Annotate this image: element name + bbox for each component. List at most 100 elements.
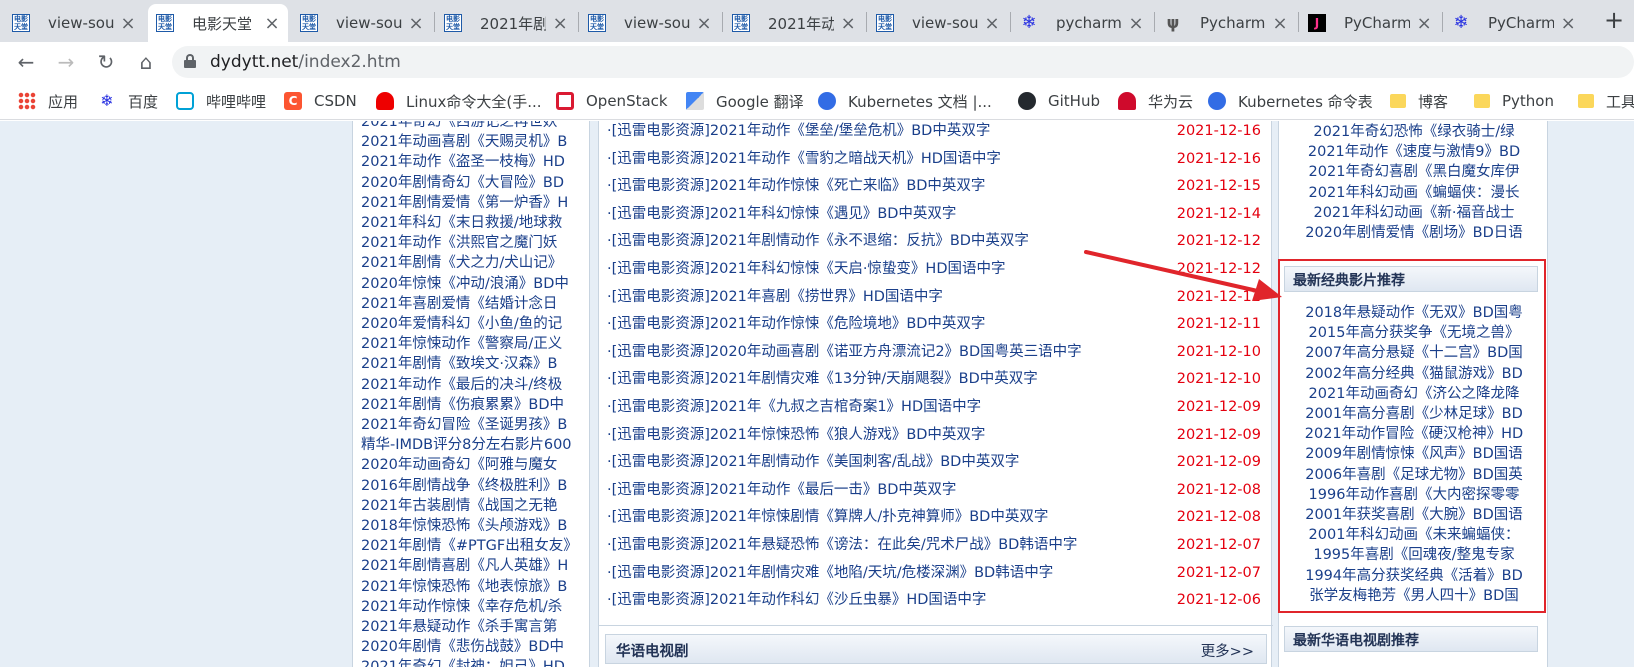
right-list-item[interactable]: 2021年科幻动画《蝙蝠侠：漫长 [1279,184,1549,202]
browser-tab[interactable]: 电影 天堂 view-sou × [580,4,720,42]
movie-link[interactable]: ·[迅雷电影资源]2021年剧情动作《美国刺客/乱战》BD中英双字 [607,452,1019,472]
left-list-item[interactable]: 2018年惊悚恐怖《头颅游戏》B [361,517,585,535]
left-list-item[interactable]: 2016年剧情战争《终极胜利》B [361,477,585,495]
browser-tab[interactable]: 电影 天堂 电影天堂 × [148,4,288,42]
movie-link[interactable]: ·[迅雷电影资源]2021年剧情动作《永不退缩：反抗》BD中英双字 [607,231,1029,251]
close-icon[interactable]: × [984,13,1000,34]
left-list-item[interactable]: 2021年科幻《末日救援/地球救 [361,214,585,232]
movie-link[interactable]: ·[迅雷电影资源]2021年《九叔之吉棺奇案1》HD国语中字 [607,397,981,417]
forward-arrow-icon[interactable]: → [52,48,80,76]
close-icon[interactable]: × [1560,13,1576,34]
left-list-item[interactable]: 精华-IMDB评分8分左右影片600 [361,436,585,454]
right-list-item[interactable]: 2021年动作《速度与激情9》BD [1279,143,1549,161]
close-icon[interactable]: × [264,13,280,34]
bookmark-item[interactable]: Kubernetes 命令表 [1208,90,1373,112]
close-icon[interactable]: × [1416,13,1432,34]
right-list-item[interactable]: 2021年奇幻喜剧《黑白魔女库伊 [1279,163,1549,181]
left-list-item[interactable]: 2020年惊悚《冲动/浪涌》BD中 [361,275,585,293]
close-icon[interactable]: × [120,13,136,34]
left-list-item[interactable]: 2021年动作惊悚《幸存危机/杀 [361,598,585,616]
movie-link[interactable]: ·[迅雷电影资源]2021年科幻惊悚《遇见》BD中英双字 [607,204,956,224]
movie-link[interactable]: ·[迅雷电影资源]2021年动作惊悚《死亡来临》BD中英双字 [607,176,985,196]
browser-tab[interactable]: ❄ pycharm × [1012,4,1152,42]
movie-link[interactable]: ·[迅雷电影资源]2021年动作《堡垒/堡垒危机》BD中英双字 [607,121,990,141]
close-icon[interactable]: × [552,13,568,34]
movie-link[interactable]: ·[迅雷电影资源]2021年喜剧《捞世界》HD国语中字 [607,287,943,307]
movie-link[interactable]: ·[迅雷电影资源]2020年动画喜剧《诺亚方舟漂流记2》BD国粤英三语中字 [607,342,1082,362]
movie-link[interactable]: ·[迅雷电影资源]2021年悬疑恐怖《谤法：在此矣/咒术尸战》BD韩语中字 [607,535,1077,555]
browser-tab[interactable]: 电影 天堂 view-sou × [4,4,144,42]
close-icon[interactable]: × [696,13,712,34]
movie-link[interactable]: ·[迅雷电影资源]2021年惊悚恐怖《狼人游戏》BD中英双字 [607,425,985,445]
movie-link[interactable]: ·[迅雷电影资源]2021年惊悚剧情《算牌人/扑克神算师》BD中英双字 [607,507,1048,527]
movie-link[interactable]: ·[迅雷电影资源]2021年科幻惊悚《天启·惊蛰变》HD国语中字 [607,259,1006,279]
bookmark-item[interactable]: 哔哩哔哩 [176,90,266,112]
left-list-item[interactable]: 2020年动画奇幻《阿雅与魔女 [361,456,585,474]
movie-link[interactable]: ·[迅雷电影资源]2021年剧情灾难《13分钟/天崩飓裂》BD中英双字 [607,369,1038,389]
movie-link[interactable]: ·[迅雷电影资源]2021年剧情灾难《地陷/天坑/危楼深渊》BD韩语中字 [607,563,1053,583]
left-list-item[interactable]: 2021年喜剧爱情《结婚计念日 [361,295,585,313]
bookmark-item[interactable]: ❄ 百度 [98,90,158,112]
left-list-item[interactable]: 2021年惊悚动作《警察局/正义 [361,335,585,353]
address-bar[interactable]: dydytt.net/index2.htm [172,46,1634,78]
bookmark-item[interactable]: 华为云 [1118,90,1193,112]
movie-date: 2021-12-10 [1176,343,1261,360]
bookmark-item[interactable]: 博客 [1390,90,1448,112]
left-list-item[interactable]: 2021年奇幻《封神：妲己》HD [361,658,585,667]
browser-tab[interactable]: 电影 天堂 view-sou × [868,4,1008,42]
browser-tab[interactable]: ψ Pycharm × [1156,4,1296,42]
home-icon[interactable]: ⌂ [132,48,160,76]
right-list-item[interactable]: 2021年奇幻恐怖《绿衣骑士/绿 [1279,123,1549,141]
movie-site-favicon: 电影 天堂 [300,14,318,32]
left-list-item[interactable]: 2020年剧情《悲伤战鼓》BD中 [361,638,585,656]
close-icon[interactable]: × [1128,13,1144,34]
right-list-item[interactable]: 2020年剧情爱情《剧场》BD日语 [1279,224,1549,242]
left-list-item[interactable]: 2021年古装剧情《战国之无艳 [361,497,585,515]
movie-link[interactable]: ·[迅雷电影资源]2021年动作惊悚《危险境地》BD中英双字 [607,314,985,334]
left-list-item[interactable]: 2021年剧情《致埃文·汉森》B [361,355,585,373]
browser-tab[interactable]: 电影 天堂 2021年剧 × [436,4,576,42]
left-list-item[interactable]: 2021年奇幻《西游记之再世妖 [361,121,585,131]
left-list-item[interactable]: 2021年剧情《#PTGF出租女友》 [361,537,585,555]
new-tab-icon[interactable]: + [1604,6,1624,34]
more-link[interactable]: 更多>> [1201,640,1254,661]
back-arrow-icon[interactable]: ← [12,48,40,76]
left-list-item[interactable]: 2021年悬疑动作《杀手寓言第 [361,618,585,636]
bookmark-item[interactable]: 工具 [1578,90,1634,112]
lock-icon[interactable] [184,54,196,68]
browser-tab[interactable]: 电影 天堂 2021年动 × [724,4,864,42]
bookmark-item[interactable]: GitHub [1018,90,1100,112]
left-list-item[interactable]: 2021年动画喜剧《天赐灵机》B [361,133,585,151]
bookmark-item[interactable]: Google 翻译 [686,90,804,112]
left-list-item[interactable]: 2020年剧情奇幻《大冒险》BD [361,174,585,192]
reload-icon[interactable]: ↻ [92,48,120,76]
left-list-item[interactable]: 2021年剧情《伤痕累累》BD中 [361,396,585,414]
bookmark-item[interactable]: Python [1474,90,1554,112]
bookmark-item[interactable]: 应用 [18,90,78,112]
bookmark-item[interactable]: C CSDN [284,90,357,112]
bookmark-item[interactable]: Linux命令大全(手... [376,90,542,112]
movie-link[interactable]: ·[迅雷电影资源]2021年动作《雪豹之暗战天机》HD国语中字 [607,149,1001,169]
left-list-item[interactable]: 2021年动作《盗圣一枝梅》HD [361,153,585,171]
url-text[interactable]: dydytt.net/index2.htm [210,52,401,72]
movie-link[interactable]: ·[迅雷电影资源]2021年动作科幻《沙丘虫暴》HD国语中字 [607,590,986,610]
left-list-item[interactable]: 2021年奇幻冒险《圣诞男孩》B [361,416,585,434]
bookmark-item[interactable]: OpenStack [556,90,668,112]
browser-tab[interactable]: J PyCharm × [1300,4,1440,42]
browser-tab[interactable]: ❄ PyCharm × [1444,4,1584,42]
left-list-item[interactable]: 2021年动作《最后的决斗/终极 [361,376,585,394]
close-icon[interactable]: × [1272,13,1288,34]
close-icon[interactable]: × [408,13,424,34]
bookmark-item[interactable]: Kubernetes 文档 |... [818,90,992,112]
left-list-item[interactable]: 2020年爱情科幻《小鱼/鱼的记 [361,315,585,333]
left-list-item[interactable]: 2021年剧情爱情《第一炉香》H [361,194,585,212]
left-list-item[interactable]: 2021年惊悚恐怖《地表惊旅》B [361,578,585,596]
movie-link[interactable]: ·[迅雷电影资源]2021年动作《最后一击》BD中英双字 [607,480,956,500]
left-list-item[interactable]: 2021年剧情《犬之力/犬山记》 [361,254,585,272]
tab-title: view-sou [48,14,115,32]
right-list-item[interactable]: 2021年科幻动画《新·福音战士 [1279,204,1549,222]
close-icon[interactable]: × [840,13,856,34]
browser-tab[interactable]: 电影 天堂 view-sou × [292,4,432,42]
left-list-item[interactable]: 2021年动作《洪熙官之魔门妖 [361,234,585,252]
left-list-item[interactable]: 2021年剧情喜剧《凡人英雄》H [361,557,585,575]
